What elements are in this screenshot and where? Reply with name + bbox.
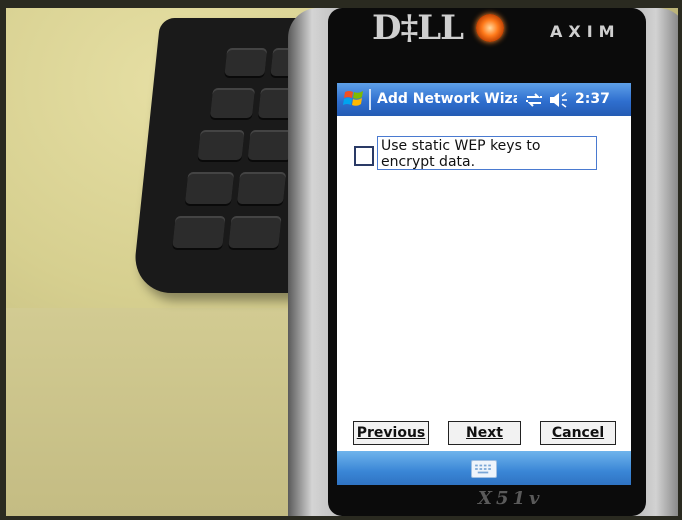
volume-icon[interactable] <box>548 91 568 109</box>
keyboard-key <box>184 172 235 204</box>
device-screen: Add Network Wizard 2:37 Use static WEP k… <box>337 83 631 485</box>
next-button-label: Next <box>466 425 503 441</box>
wep-checkbox-row[interactable]: Use static WEP keys to encrypt data. <box>351 135 603 171</box>
previous-button[interactable]: Previous <box>353 421 429 445</box>
wizard-content: Use static WEP keys to encrypt data. Pre… <box>337 116 631 451</box>
model-number: X51v <box>478 488 544 509</box>
wep-checkbox[interactable] <box>354 146 374 166</box>
title-separator <box>369 89 371 110</box>
keyboard-key <box>224 48 268 76</box>
power-button-icon[interactable] <box>476 14 504 42</box>
keyboard-glyph-icon <box>475 464 491 474</box>
connectivity-icon[interactable] <box>525 92 543 108</box>
previous-button-label: Previous <box>356 425 426 441</box>
keyboard-key <box>228 216 282 248</box>
keyboard-key <box>172 216 226 248</box>
keyboard-key <box>209 88 256 118</box>
desk-surface <box>6 308 306 516</box>
brand-logo: D‡LL <box>372 8 464 48</box>
keyboard-icon[interactable] <box>471 460 497 478</box>
wep-checkbox-label[interactable]: Use static WEP keys to encrypt data. <box>377 136 597 170</box>
next-button[interactable]: Next <box>448 421 521 445</box>
menu-bar <box>337 451 631 485</box>
title-bar: Add Network Wizard 2:37 <box>337 83 631 116</box>
windows-start-icon[interactable] <box>343 88 365 110</box>
model-name: AXIM <box>550 22 621 41</box>
keyboard-key <box>236 172 287 204</box>
keyboard-key <box>197 130 245 160</box>
window-title: Add Network Wizard <box>377 91 517 107</box>
clock[interactable]: 2:37 <box>575 91 610 107</box>
cancel-button-label: Cancel <box>551 425 605 441</box>
cancel-button[interactable]: Cancel <box>540 421 616 445</box>
